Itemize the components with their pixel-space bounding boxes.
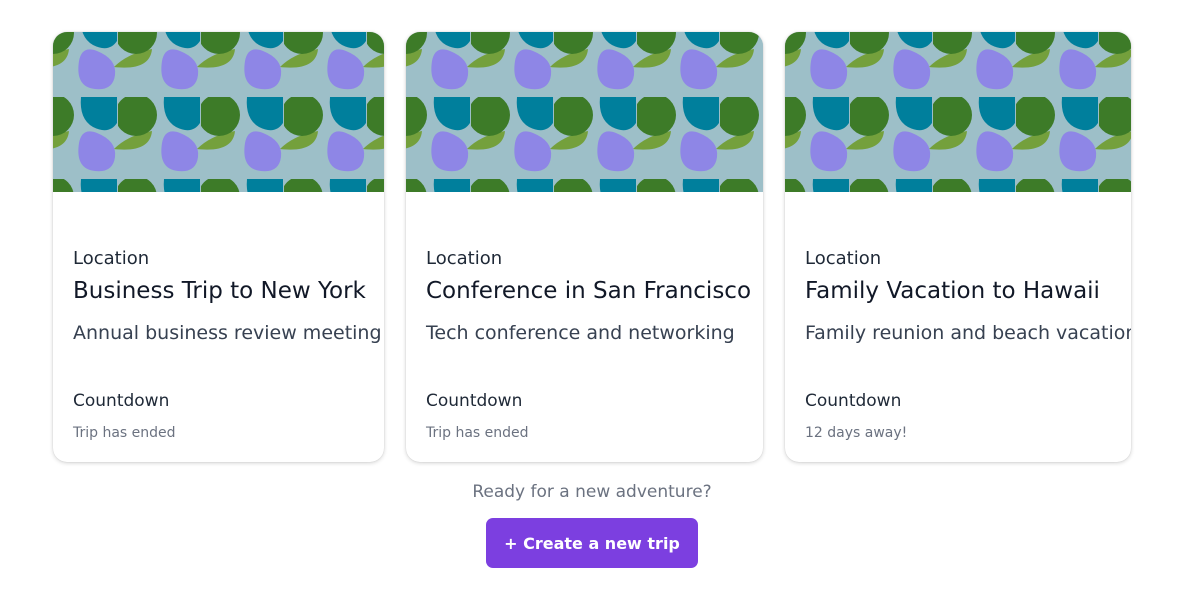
trip-title: Conference in San Francisco: [426, 278, 752, 304]
create-trip-button[interactable]: + Create a new trip: [486, 518, 698, 568]
countdown-label: Countdown: [73, 391, 170, 411]
location-label: Location: [805, 248, 882, 269]
trip-title: Business Trip to New York: [73, 278, 366, 304]
trip-card[interactable]: Location Conference in San Francisco Tec…: [406, 32, 763, 462]
trip-description: Annual business review meeting: [73, 322, 382, 344]
trip-description: Family reunion and beach vacation: [805, 322, 1131, 344]
trip-card[interactable]: Location Business Trip to New York Annua…: [53, 32, 384, 462]
trip-description: Tech conference and networking: [426, 322, 735, 344]
countdown-value: Trip has ended: [73, 425, 176, 441]
location-label: Location: [426, 248, 503, 269]
countdown-value: 12 days away!: [805, 425, 908, 441]
trip-banner-image: [785, 32, 1131, 192]
countdown-label: Countdown: [805, 391, 902, 411]
trip-card[interactable]: Location Family Vacation to Hawaii Famil…: [785, 32, 1131, 462]
trip-banner-image: [406, 32, 763, 192]
new-adventure-prompt: Ready for a new adventure?: [472, 482, 712, 502]
trip-title: Family Vacation to Hawaii: [805, 278, 1100, 304]
countdown-label: Countdown: [426, 391, 523, 411]
trip-banner-image: [53, 32, 384, 192]
location-label: Location: [73, 248, 150, 269]
trips-page: Location Business Trip to New York Annua…: [0, 0, 1187, 610]
countdown-value: Trip has ended: [426, 425, 529, 441]
